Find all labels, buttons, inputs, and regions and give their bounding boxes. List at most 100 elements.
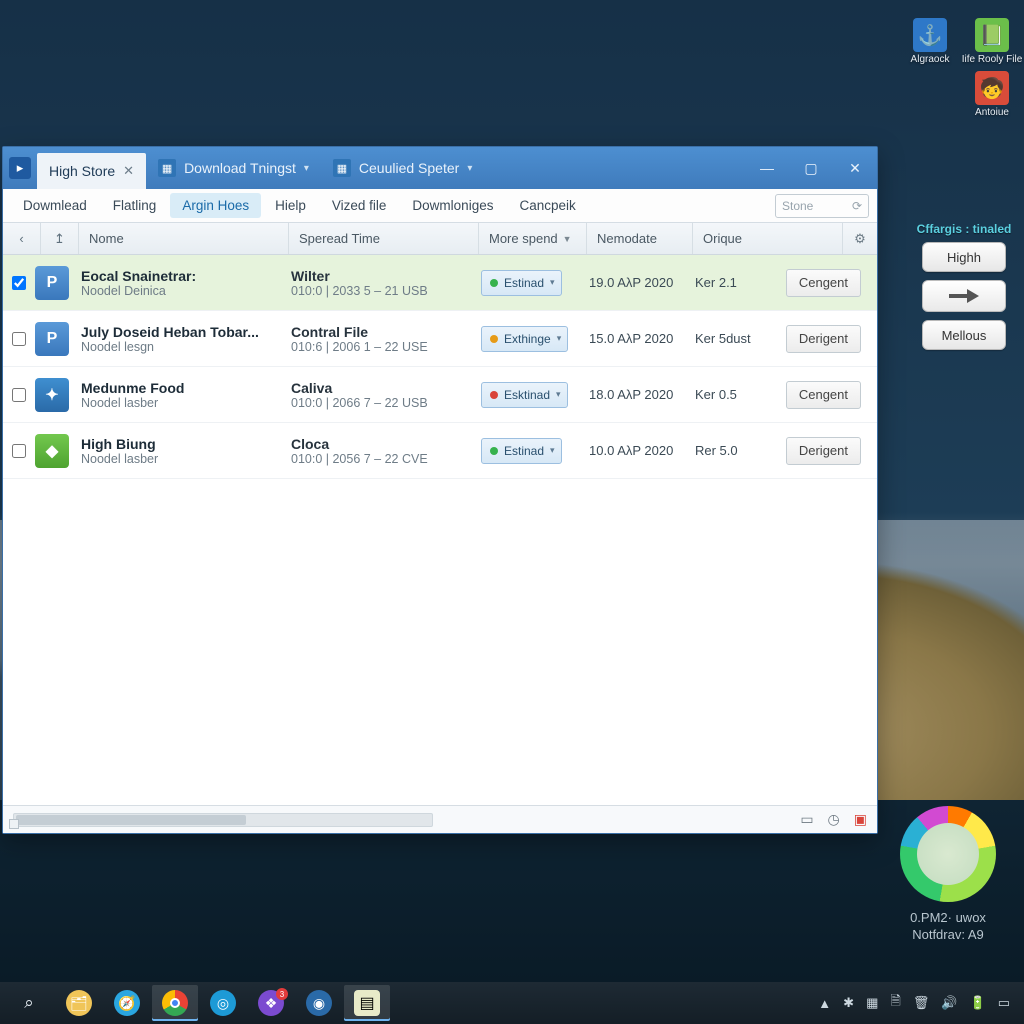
status-dot-icon (490, 279, 498, 287)
menu-item-4[interactable]: Vized file (320, 193, 399, 218)
row-checkbox[interactable] (7, 332, 31, 346)
chevron-down-icon: ▾ (550, 277, 555, 288)
algrock-icon: ⚓ (913, 18, 947, 52)
taskbar-app-chrome[interactable] (152, 985, 198, 1021)
search-placeholder: Stone (782, 199, 813, 213)
tab-0[interactable]: High Store ✕ (37, 153, 146, 189)
cell-orique: Ker 2.1 (687, 275, 765, 290)
taskbar-app-edge[interactable]: ◎ (200, 985, 246, 1021)
titlebar[interactable]: ▸ High Store✕▦Download Tningst▾▦Ceuulied… (3, 147, 877, 189)
chevron-down-icon[interactable]: ▾ (304, 163, 309, 174)
cell-orique: Ker 5dust (687, 331, 765, 346)
horizontal-scrollbar[interactable] (13, 813, 433, 827)
status-dropdown[interactable]: Estinad ▾ (481, 270, 562, 296)
tab-close-icon[interactable]: ✕ (123, 163, 134, 179)
file-type-icon: ✦ (31, 378, 73, 412)
minimize-button[interactable]: — (745, 147, 789, 189)
col-header-name[interactable]: Nome (79, 223, 289, 254)
cell-action: Derigent (765, 437, 869, 465)
window-controls: — ▢ ✕ (745, 147, 877, 189)
tray-icon-4[interactable]: 🗑 (913, 995, 930, 1011)
nav-up-button[interactable]: ↥ (41, 223, 79, 254)
status-label: Estinad (504, 276, 544, 290)
cell-action: Cengent (765, 269, 869, 297)
view-grid-icon[interactable]: ▭ (800, 811, 813, 828)
maximize-button[interactable]: ▢ (789, 147, 833, 189)
status-dot-icon (490, 335, 498, 343)
tray-icon-3[interactable]: 🗎 (890, 992, 900, 1014)
table-row[interactable]: P Eocal Snainetrar:Noodel Deinica Wilter… (3, 255, 877, 311)
row-action-button[interactable]: Derigent (786, 325, 861, 353)
col-header-more[interactable]: More spend▼ (479, 223, 587, 254)
file-list[interactable]: P Eocal Snainetrar:Noodel Deinica Wilter… (3, 255, 877, 805)
row-checkbox[interactable] (7, 444, 31, 458)
tab-2[interactable]: ▦Ceuulied Speter▾ (321, 147, 484, 189)
cell-name: Eocal Snainetrar:Noodel Deinica (73, 268, 283, 298)
cell-date: 18.0 AλP 2020 (581, 387, 687, 402)
row-action-button[interactable]: Derigent (786, 437, 861, 465)
cell-name: July Doseid Heban Tobar...Noodel lesgn (73, 324, 283, 354)
col-header-orique[interactable]: Orique (693, 223, 843, 254)
menu-item-6[interactable]: Cancpeik (507, 193, 587, 218)
file-type-icon: P (31, 266, 73, 300)
col-header-time[interactable]: Speread Time (289, 223, 479, 254)
table-row[interactable]: ✦ Medunme FoodNoodel lasber Caliva010:0 … (3, 367, 877, 423)
chevron-down-icon: ▾ (557, 333, 562, 344)
status-dropdown[interactable]: Esktinad▾ (481, 382, 568, 408)
column-settings-button[interactable]: ⚙ (843, 223, 877, 254)
taskbar-app-app-round[interactable]: ◉ (296, 985, 342, 1021)
table-row[interactable]: P July Doseid Heban Tobar...Noodel lesgn… (3, 311, 877, 367)
menu-item-0[interactable]: Dowmlead (11, 193, 99, 218)
tray-icon-6[interactable]: 🔋 (970, 995, 986, 1011)
status-dropdown[interactable]: Estinad▾ (481, 438, 562, 464)
tab-1[interactable]: ▦Download Tningst▾ (146, 147, 321, 189)
sidebar-mellous-button[interactable]: Mellous (922, 320, 1006, 350)
sidebar-high-button[interactable]: Highh (922, 242, 1006, 272)
row-checkbox[interactable] (7, 276, 31, 290)
menu-item-5[interactable]: Dowmloniges (400, 193, 505, 218)
col-header-date[interactable]: Nemodate (587, 223, 693, 254)
taskbar-app-app-purple[interactable]: ❖3 (248, 985, 294, 1021)
status-dropdown[interactable]: Exthinge▾ (481, 326, 568, 352)
clock-line-2: Notfdrav: A9 (900, 927, 996, 944)
scroll-thumb[interactable] (16, 815, 246, 825)
search-refresh-icon[interactable]: ⟳ (852, 199, 862, 213)
taskbar-app-file-explorer[interactable]: 🗂 (56, 985, 102, 1021)
tray-icon-7[interactable]: ▭ (998, 995, 1010, 1011)
status-label: Esktinad (504, 388, 550, 402)
menu-item-1[interactable]: Flatling (101, 193, 169, 218)
menu-item-2[interactable]: Argin Hoes (170, 193, 261, 218)
row-action-button[interactable]: Cengent (786, 381, 861, 409)
tab-label: High Store (49, 163, 115, 179)
column-header: ‹ ↥ Nome Speread Time More spend▼ Nemoda… (3, 223, 877, 255)
nav-back-button[interactable]: ‹ (3, 223, 41, 254)
tab-label: Ceuulied Speter (359, 160, 459, 176)
search-input[interactable]: Stone ⟳ (775, 194, 869, 218)
taskbar-app-notes[interactable]: ▤ (344, 985, 390, 1021)
tray-icon-0[interactable]: ▲ (818, 996, 831, 1011)
forward-arrow-icon (947, 287, 981, 305)
table-row[interactable]: ◆ High BiungNoodel lasber Cloca010:0 | 2… (3, 423, 877, 479)
chevron-down-icon[interactable]: ▾ (467, 163, 472, 174)
row-checkbox[interactable] (7, 388, 31, 402)
desktop-icon-label: Iife Rooly File (962, 54, 1023, 65)
cell-orique: Rer 5.0 (687, 443, 765, 458)
desktop-icon-algrock[interactable]: ⚓Algraock (906, 18, 954, 65)
taskbar-left: ⌕ 🗂🧭 ◎❖3◉▤ (6, 982, 390, 1024)
cell-status: Esktinad▾ (473, 382, 581, 408)
menu-item-3[interactable]: Hielp (263, 193, 318, 218)
desktop-icon-life-rooly[interactable]: 📗Iife Rooly File (968, 18, 1016, 65)
taskbar-search-button[interactable]: ⌕ (6, 982, 52, 1024)
taskbar-app-safari[interactable]: 🧭 (104, 985, 150, 1021)
row-action-button[interactable]: Cengent (786, 269, 861, 297)
view-timer-icon[interactable]: ◷ (828, 811, 840, 828)
resize-handle[interactable] (9, 819, 19, 829)
tray-icon-5[interactable]: 🔊 (941, 995, 957, 1011)
tray-icon-2[interactable]: ▦ (866, 995, 878, 1011)
desktop-icon-antoue[interactable]: 🧒Antoiue (968, 71, 1016, 118)
close-button[interactable]: ✕ (833, 147, 877, 189)
view-record-icon[interactable]: ▣ (854, 811, 867, 828)
tab-icon: ▦ (158, 159, 176, 177)
tray-icon-1[interactable]: ✱ (843, 995, 854, 1011)
sidebar-arrow-button[interactable] (922, 280, 1006, 312)
